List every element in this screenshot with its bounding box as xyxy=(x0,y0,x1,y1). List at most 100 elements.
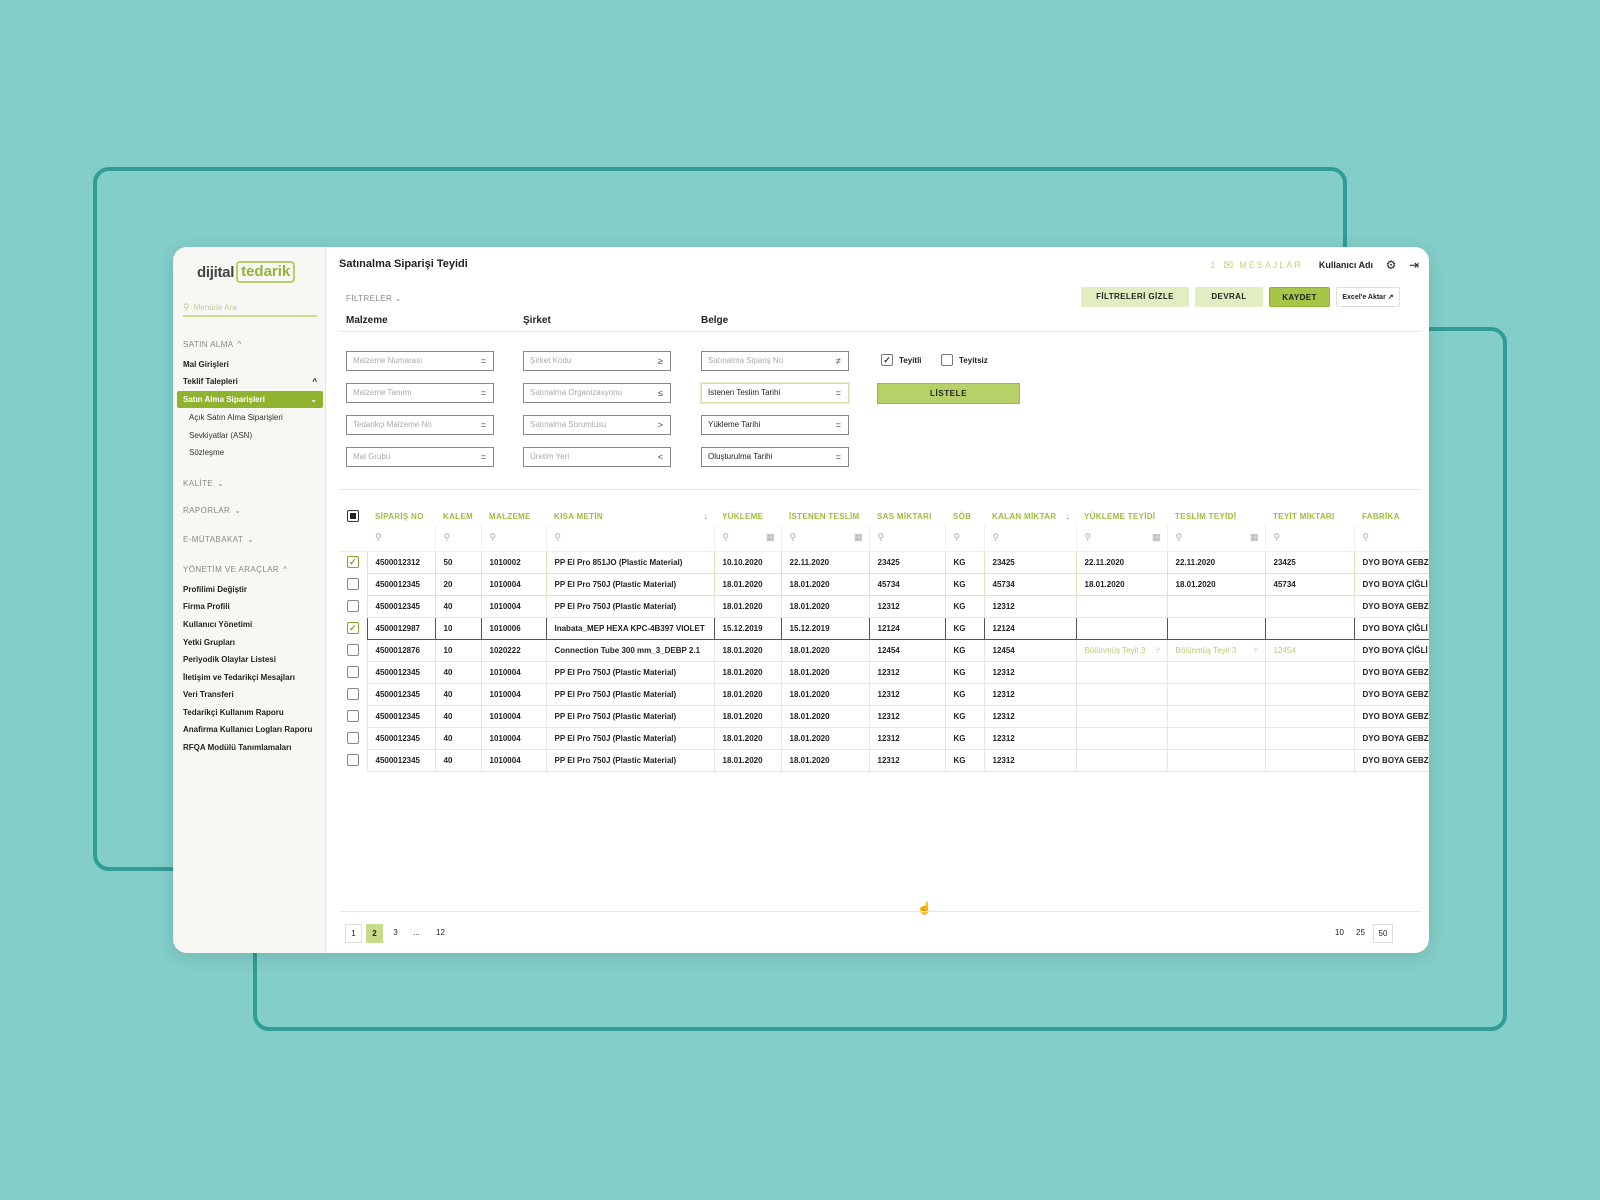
column-header[interactable]: SİPARİŞ NO xyxy=(367,507,435,525)
calendar-icon[interactable]: ▦ xyxy=(766,532,775,543)
operator-button[interactable]: = xyxy=(481,384,486,402)
malzeme-tanimi-field[interactable]: Malzeme Tanımı = xyxy=(346,383,494,403)
column-search-input[interactable]: ⚲ xyxy=(945,525,985,552)
column-header[interactable]: İSTENEN TESLİM xyxy=(781,507,869,525)
gear-icon[interactable]: ⚙ xyxy=(1383,257,1399,273)
page-button[interactable]: 3 xyxy=(387,924,404,943)
table-row[interactable]: 4500012345 40 1010004 PP El Pro 750J (Plast… xyxy=(339,748,1429,772)
mal-grubu-field[interactable]: Mal Grubu = xyxy=(346,447,494,467)
table-row[interactable]: 4500012876 10 1020222 Connection Tube 300 m… xyxy=(339,638,1429,662)
listele-button[interactable]: LİSTELE xyxy=(877,383,1020,404)
yukleme-tarihi-field[interactable]: Yükleme Tarihi = xyxy=(701,415,849,435)
tedarikci-malzeme-no-field[interactable]: Tedarikçi Malzeme No = xyxy=(346,415,494,435)
operator-button[interactable]: = xyxy=(836,416,841,434)
operator-button[interactable]: ≤ xyxy=(658,384,663,402)
table-row[interactable]: 4500012345 40 1010004 PP El Pro 750J (Plast… xyxy=(339,726,1429,750)
sidebar-item-periyodik-olaylar[interactable]: Periyodik Olaylar Listesi xyxy=(183,655,276,664)
column-header[interactable]: TESLİM TEYİDİ xyxy=(1167,507,1265,525)
table-row[interactable]: ✓ 4500012987 10 1010006 Inabata_MEP HEXA KPC… xyxy=(339,616,1429,640)
column-search-input[interactable]: ⚲ xyxy=(984,525,1077,552)
table-row[interactable]: 4500012345 40 1010004 PP El Pro 750J (Plast… xyxy=(339,704,1429,728)
menu-search-input[interactable]: ⚲ Menüde Ara xyxy=(183,299,317,317)
operator-button[interactable]: = xyxy=(481,448,486,466)
messages-button[interactable]: 1 ✉ MESAJLAR xyxy=(1210,258,1303,272)
column-header[interactable]: YÜKLEME TEYİDİ xyxy=(1076,507,1167,525)
istenen-teslim-tarihi-field[interactable]: İstenen Teslim Tarihi = xyxy=(701,383,849,403)
column-search-input[interactable]: ⚲ xyxy=(546,525,715,552)
column-header[interactable]: SAS MİKTARI xyxy=(869,507,945,525)
operator-button[interactable]: = xyxy=(836,448,841,466)
uretim-yeri-field[interactable]: Üretim Yeri < xyxy=(523,447,671,467)
operator-button[interactable]: = xyxy=(481,416,486,434)
column-search-input[interactable]: ⚲ ▦ xyxy=(781,525,870,552)
sidebar-item-veri-transferi[interactable]: Veri Transferi xyxy=(183,690,234,699)
column-header[interactable]: MALZEME xyxy=(481,507,546,525)
column-search-input[interactable]: ⚲ xyxy=(1354,525,1429,552)
column-header[interactable]: KALEM xyxy=(435,507,481,525)
table-row[interactable]: ✓ 4500012312 50 1010002 PP El Pro 851JO (Pla… xyxy=(339,550,1429,574)
olusturulma-tarihi-field[interactable]: Oluşturulma Tarihi = xyxy=(701,447,849,467)
row-checkbox[interactable] xyxy=(339,595,367,617)
page-size-option[interactable]: 25 xyxy=(1352,924,1369,943)
page-button-current[interactable]: 2 xyxy=(366,924,383,943)
sidebar-item-sevkiyatlar[interactable]: Sevkiyatlar (ASN) xyxy=(189,431,252,440)
excel-export-button[interactable]: Excel'e Aktar ↗ xyxy=(1336,287,1400,307)
row-checkbox[interactable] xyxy=(339,639,367,661)
column-header[interactable]: KISA METİN ↓ xyxy=(546,507,714,525)
table-row[interactable]: 4500012345 40 1010004 PP El Pro 750J (Plast… xyxy=(339,594,1429,618)
operator-button[interactable]: ≥ xyxy=(658,352,663,370)
column-search-input[interactable]: ⚲ xyxy=(435,525,482,552)
sidebar-item-acik-siparisler[interactable]: Açık Satın Alma Siparişleri xyxy=(189,413,283,422)
row-checkbox[interactable]: ✓ xyxy=(339,617,367,639)
column-search-input[interactable]: ⚲ ▦ xyxy=(1076,525,1168,552)
column-search-input[interactable]: ⚲ xyxy=(481,525,547,552)
page-button[interactable]: 12 xyxy=(432,924,449,943)
devral-button[interactable]: DEVRAL xyxy=(1195,287,1263,307)
row-checkbox[interactable]: ✓ xyxy=(339,551,367,573)
column-header[interactable]: TEYİT MİKTARI xyxy=(1265,507,1354,525)
column-search-input[interactable]: ⚲ ▦ xyxy=(714,525,782,552)
column-search-input[interactable]: ⚲ xyxy=(1265,525,1355,552)
calendar-icon[interactable]: ▦ xyxy=(1250,532,1259,543)
satinalma-organizasyonu-field[interactable]: Satınalma Organizasyonu ≤ xyxy=(523,383,671,403)
sidebar-item-yetki-gruplari[interactable]: Yetki Grupları xyxy=(183,638,235,647)
sidebar-item-tedarikci-raporu[interactable]: Tedarikçi Kullanım Raporu xyxy=(183,708,284,717)
sidebar-item-mal-girisleri[interactable]: Mal Girişleri xyxy=(183,360,229,369)
page-size-option-current[interactable]: 50 xyxy=(1373,924,1393,943)
section-yonetim[interactable]: YÖNETİM VE ARAÇLAR ^ xyxy=(183,565,287,574)
sort-arrow-icon[interactable]: ↓ xyxy=(1066,512,1070,521)
logout-icon[interactable]: ⇥ xyxy=(1406,257,1422,273)
column-header[interactable]: FABRİKA xyxy=(1354,507,1429,525)
hide-filters-button[interactable]: FİLTRELERİ GİZLE xyxy=(1081,287,1189,307)
calendar-icon[interactable]: ▦ xyxy=(1152,532,1161,543)
kaydet-button[interactable]: KAYDET xyxy=(1269,287,1330,307)
column-search-input[interactable]: ⚲ xyxy=(367,525,436,552)
row-checkbox[interactable] xyxy=(339,573,367,595)
page-button[interactable]: 1 xyxy=(345,924,362,943)
row-checkbox[interactable] xyxy=(339,705,367,727)
calendar-icon[interactable]: ▦ xyxy=(854,532,863,543)
sidebar-item-anafirma-loglari[interactable]: Anafirma Kullanıcı Logları Raporu xyxy=(183,725,312,734)
satinalma-siparis-no-field[interactable]: Satınalma Sipariş No ≠ xyxy=(701,351,849,371)
row-checkbox[interactable] xyxy=(339,749,367,771)
split-icon[interactable]: ⑂ xyxy=(1155,645,1160,655)
sidebar-item-profil[interactable]: Profilimi Değiştir xyxy=(183,585,247,594)
sidebar-item-iletisim[interactable]: İletişim ve Tedarikçi Mesajları xyxy=(183,673,295,682)
column-header[interactable]: KALAN MİKTAR ↓ xyxy=(984,507,1076,525)
filters-toggle[interactable]: FİLTRELER ⌄ xyxy=(346,294,402,303)
satinalma-sorumlusu-field[interactable]: Satınalma Sorumlusu > xyxy=(523,415,671,435)
sidebar-item-kullanici-yonetimi[interactable]: Kullanıcı Yönetimi xyxy=(183,620,252,629)
select-all-checkbox[interactable] xyxy=(339,507,367,525)
row-checkbox[interactable] xyxy=(339,683,367,705)
row-checkbox[interactable] xyxy=(339,661,367,683)
sidebar-item-firma-profili[interactable]: Firma Profili xyxy=(183,602,230,611)
section-raporlar[interactable]: RAPORLAR ⌄ xyxy=(183,506,241,515)
page-size-option[interactable]: 10 xyxy=(1331,924,1348,943)
table-row[interactable]: 4500012345 20 1010004 PP El Pro 750J (Plast… xyxy=(339,572,1429,596)
sidebar-item-sozlesme[interactable]: Sözleşme xyxy=(189,448,224,457)
logo[interactable]: dijital tedarik xyxy=(197,261,296,283)
column-search-input[interactable]: ⚲ ▦ xyxy=(1167,525,1266,552)
split-icon[interactable]: ⑂ xyxy=(1253,645,1258,655)
column-header[interactable]: YÜKLEME xyxy=(714,507,781,525)
operator-button[interactable]: ≠ xyxy=(836,352,841,370)
